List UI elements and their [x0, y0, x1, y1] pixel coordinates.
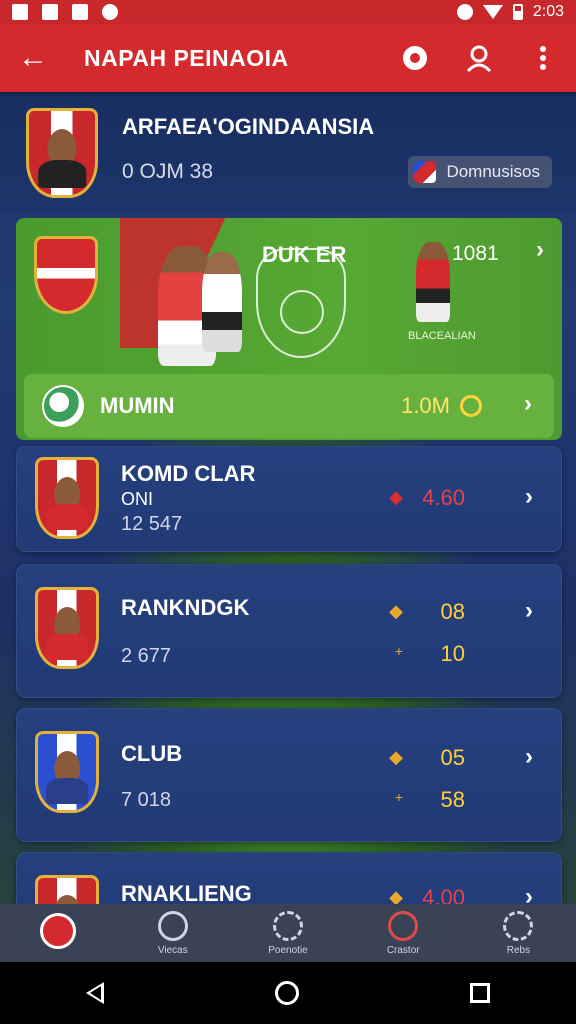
player-crest	[35, 587, 99, 669]
player-image	[202, 252, 242, 352]
gear-icon	[273, 910, 303, 941]
featured-caption: BLACEALIAN	[408, 330, 476, 342]
notification-icon	[12, 4, 28, 20]
trophy-icon: ◆	[389, 747, 403, 767]
app-icon	[72, 4, 88, 20]
trend-icon: ◆	[389, 487, 403, 507]
list-item[interactable]: KOMD CLAR ONI 12 547 ◆ 4.60 ›	[16, 446, 562, 552]
system-back-icon[interactable]	[85, 982, 104, 1004]
card-title: CLUB	[121, 741, 183, 766]
soccer-ball-button[interactable]	[400, 43, 430, 73]
country-badge[interactable]: Domnusisos	[408, 156, 552, 188]
card-value-secondary: 58	[440, 787, 465, 812]
soccer-ball-icon	[403, 46, 427, 70]
featured-bar[interactable]: MUMIN 1.0M ›	[24, 374, 554, 438]
nav-home[interactable]	[0, 904, 115, 962]
status-bar: 2:03	[0, 0, 576, 24]
club-crest-icon	[34, 236, 98, 314]
wifi-icon	[482, 5, 503, 19]
nav-poenotie[interactable]: Poenotie	[230, 904, 345, 962]
card-meta: 12 547	[121, 513, 183, 535]
flag-icon	[414, 161, 437, 183]
card-meta: 2 677	[121, 645, 172, 667]
profile-button[interactable]	[464, 43, 494, 73]
card-meta: 7 018	[121, 789, 172, 811]
card-value: 08	[440, 599, 465, 624]
gear-icon	[503, 910, 534, 941]
trophy-icon: ◆	[389, 601, 403, 621]
card-subtitle: ONI	[121, 489, 154, 509]
featured-card[interactable]: DUK ER 1081 BLACEALIAN › MUMIN 1.0M ›	[16, 218, 562, 440]
coin-icon	[460, 395, 482, 417]
player-crest	[35, 457, 99, 539]
list-item[interactable]: RANKNDGK 2 677 ◆ 08 + 10 ›	[16, 564, 562, 698]
profile-header: ARFAEA'OGINDAANSIA 0 OJM 38 Domnusisos	[0, 92, 576, 212]
app-bar: ← NAPAH PEINAOIA	[0, 24, 576, 92]
featured-number: 1081	[452, 242, 499, 265]
compass-icon	[157, 910, 188, 941]
page-title: NAPAH PEINAOIA	[84, 44, 289, 71]
chevron-right-icon[interactable]: ›	[524, 390, 532, 418]
nav-crastor[interactable]: Crastor	[346, 904, 461, 962]
nav-rebs[interactable]: Rebs	[461, 904, 576, 962]
card-value: 05	[440, 745, 465, 770]
chevron-right-icon[interactable]: ›	[525, 483, 533, 511]
card-title: KOMD CLAR	[121, 461, 256, 486]
chevron-right-icon[interactable]: ›	[536, 236, 544, 264]
system-navigation	[0, 962, 576, 1024]
user-icon	[466, 45, 492, 73]
bottom-navigation: Viecas Poenotie Crastor Rebs	[0, 904, 576, 962]
system-recents-icon[interactable]	[470, 983, 491, 1003]
status-time: 2:03	[532, 3, 564, 20]
nav-viecas[interactable]: Viecas	[115, 904, 230, 962]
image-icon	[42, 4, 58, 20]
country-badge-label: Domnusisos	[446, 162, 540, 181]
nav-label: Rebs	[506, 944, 531, 956]
system-home-icon[interactable]	[274, 981, 299, 1005]
profile-name: ARFAEA'OGINDAANSIA	[122, 114, 375, 139]
arrow-icon: +	[394, 789, 403, 805]
card-value: 4.60	[422, 485, 465, 510]
featured-title: DUK ER	[262, 242, 347, 267]
football-icon	[42, 385, 84, 427]
player-crest	[35, 731, 99, 813]
more-vert-icon	[540, 46, 546, 70]
back-button[interactable]: ←	[18, 41, 58, 75]
list-item[interactable]: CLUB 7 018 ◆ 05 + 58 ›	[16, 708, 562, 842]
featured-bar-label: MUMIN	[100, 393, 175, 418]
settings-icon	[102, 4, 118, 20]
more-options-button[interactable]	[528, 43, 558, 73]
card-title: RANKNDGK	[121, 595, 250, 620]
chevron-right-icon[interactable]: ›	[525, 597, 533, 625]
chevron-right-icon[interactable]: ›	[525, 743, 533, 771]
card-value-secondary: 10	[440, 641, 465, 666]
player-image	[416, 242, 450, 322]
main-content: ARFAEA'OGINDAANSIA 0 OJM 38 Domnusisos D…	[0, 92, 576, 957]
home-icon	[39, 913, 76, 949]
player-crest	[26, 108, 98, 198]
nav-label: Viecas	[157, 944, 188, 956]
featured-bar-value: 1.0M	[401, 393, 450, 418]
profile-stats: 0 OJM 38	[122, 160, 214, 183]
alarm-icon	[456, 4, 473, 20]
battery-icon	[512, 4, 523, 20]
nav-label: Crastor	[386, 944, 420, 956]
arrow-icon: +	[394, 643, 403, 659]
nav-label: Poenotie	[268, 944, 308, 956]
search-icon	[388, 910, 419, 941]
